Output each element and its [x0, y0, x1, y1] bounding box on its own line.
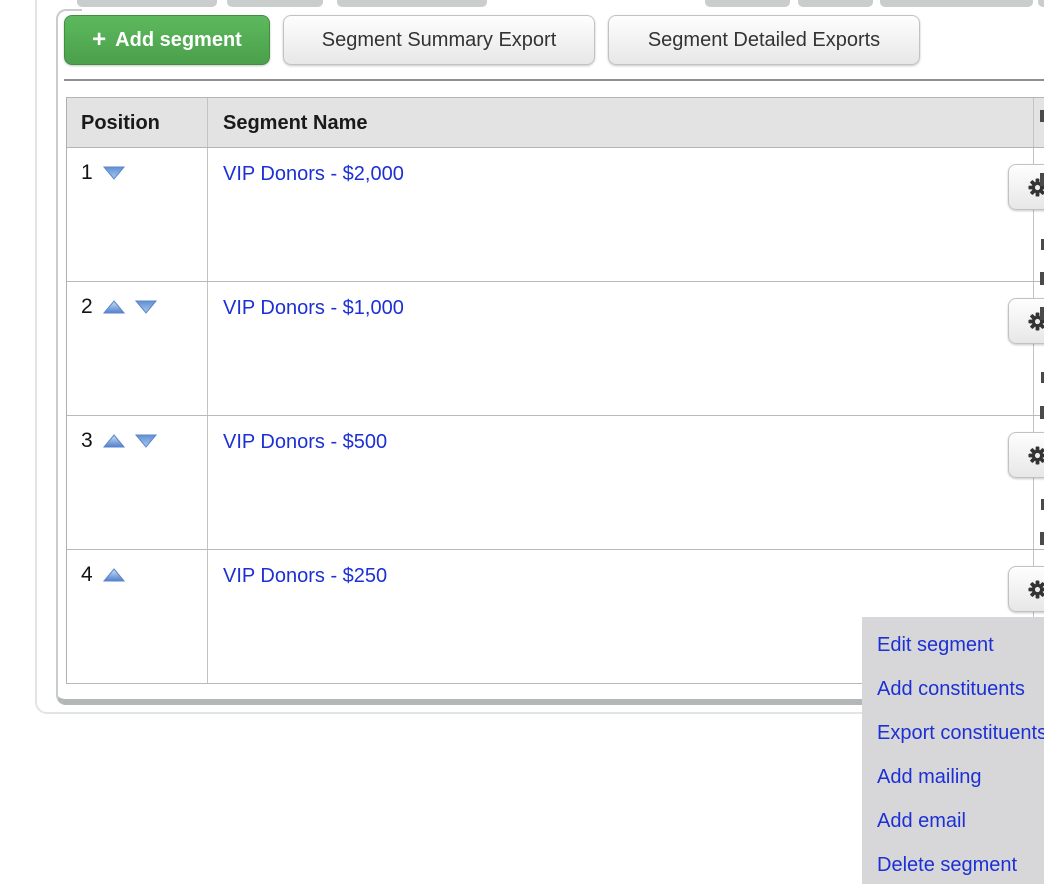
column-header-segment-name: Segment Name [208, 98, 1034, 147]
clipped-text-fragment [1040, 406, 1044, 419]
segment-cell: VIP Donors - $1,000 Actions [208, 282, 1034, 415]
plus-icon: + [92, 30, 106, 50]
move-up-icon[interactable] [103, 434, 125, 448]
segments-table: Position Segment Name 1 VIP Donors - $2,… [66, 97, 1044, 684]
tab-stub[interactable] [880, 0, 1033, 7]
table-row: 1 VIP Donors - $2,000 Actions [67, 148, 1044, 282]
move-down-icon[interactable] [135, 434, 157, 448]
segment-detailed-exports-button[interactable]: Segment Detailed Exports [608, 15, 920, 65]
tab-stub[interactable] [798, 0, 873, 7]
tab-stub[interactable] [227, 0, 323, 7]
add-segment-label: Add segment [115, 29, 242, 52]
actions-button[interactable]: Actions [1008, 432, 1044, 478]
segment-summary-export-label: Segment Summary Export [322, 29, 557, 52]
segment-summary-export-button[interactable]: Segment Summary Export [283, 15, 595, 65]
actions-button[interactable]: Actions [1008, 566, 1044, 612]
clipped-text-fragment [1040, 173, 1044, 186]
segment-name-link[interactable]: VIP Donors - $250 [223, 565, 387, 587]
segment-cell: VIP Donors - $2,000 Actions [208, 148, 1034, 281]
position-cell: 1 [67, 148, 208, 281]
panel-top-cover [82, 8, 1044, 13]
menu-item-delete-segment[interactable]: Delete segment [862, 843, 1044, 884]
segment-cell: VIP Donors - $500 Actions [208, 416, 1034, 549]
clipped-text-fragment [1040, 532, 1044, 545]
segment-name-link[interactable]: VIP Donors - $2,000 [223, 163, 404, 185]
position-number: 1 [81, 162, 93, 184]
add-segment-button[interactable]: + Add segment [64, 15, 270, 65]
toolbar-divider [64, 79, 1044, 81]
position-number: 2 [81, 296, 93, 318]
position-number: 3 [81, 430, 93, 452]
table-row: 3 VIP Donors - $500 Actions [67, 416, 1044, 550]
gear-icon [1028, 580, 1044, 599]
position-cell: 4 [67, 550, 208, 683]
position-cell: 2 [67, 282, 208, 415]
move-up-icon[interactable] [103, 568, 125, 582]
segments-screen: + Add segment Segment Summary Export Seg… [0, 0, 1044, 884]
menu-item-add-mailing[interactable]: Add mailing [862, 755, 1044, 799]
menu-item-edit-segment[interactable]: Edit segment [862, 623, 1044, 667]
move-down-icon[interactable] [135, 300, 157, 314]
clipped-text-fragment [1040, 307, 1044, 320]
tab-stub[interactable] [77, 0, 217, 7]
menu-item-add-email[interactable]: Add email [862, 799, 1044, 843]
move-up-icon[interactable] [103, 300, 125, 314]
actions-menu: Edit segment Add constituents Export con… [862, 617, 1044, 884]
tab-stub[interactable] [705, 0, 790, 7]
move-down-icon[interactable] [103, 166, 125, 180]
clipped-text-fragment [1040, 272, 1044, 285]
column-header-position: Position [67, 98, 208, 147]
segment-name-link[interactable]: VIP Donors - $500 [223, 431, 387, 453]
gear-icon [1028, 446, 1044, 465]
position-number: 4 [81, 564, 93, 586]
table-header: Position Segment Name [67, 97, 1044, 148]
tab-stub[interactable] [337, 0, 487, 7]
menu-item-export-constituents[interactable]: Export constituents [862, 711, 1044, 755]
actions-button[interactable]: Actions [1008, 298, 1044, 344]
table-row: 2 VIP Donors - $1,000 Actions [67, 282, 1044, 416]
actions-button[interactable]: Actions [1008, 164, 1044, 210]
menu-item-add-constituents[interactable]: Add constituents [862, 667, 1044, 711]
position-cell: 3 [67, 416, 208, 549]
column-header-clipped [1034, 98, 1044, 147]
segment-name-link[interactable]: VIP Donors - $1,000 [223, 297, 404, 319]
clipped-text-fragment [1040, 110, 1044, 122]
segment-detailed-exports-label: Segment Detailed Exports [648, 29, 880, 52]
